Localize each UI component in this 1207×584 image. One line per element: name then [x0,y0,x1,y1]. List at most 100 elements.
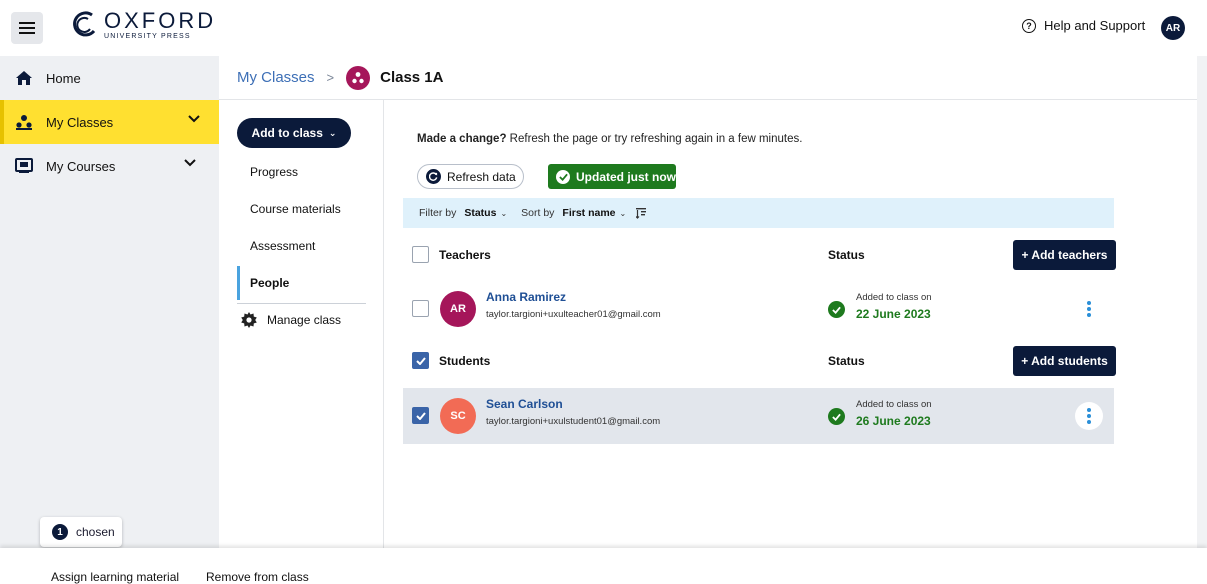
check-circle-icon [828,301,845,318]
select-all-teachers-checkbox[interactable] [412,246,429,263]
top-bar: OXFORD UNIVERSITY PRESS ? Help and Suppo… [0,0,1207,56]
manage-class-label: Manage class [267,313,342,327]
gear-icon [241,312,257,328]
person-email: taylor.targioni+uxulteacher01@gmail.com [486,309,661,320]
subnav-item-progress[interactable]: Progress [237,155,367,189]
selection-label: chosen [76,525,115,539]
help-and-support-link[interactable]: ? Help and Support [1022,18,1145,33]
help-label: Help and Support [1044,18,1146,33]
students-header: Students Status + Add students [403,346,1116,376]
sidebar-item-my-classes[interactable]: My Classes [0,100,219,144]
scrollbar[interactable] [1197,56,1207,548]
kebab-dot-icon [1087,301,1091,305]
sidebar-item-home[interactable]: Home [0,56,219,100]
more-options-button[interactable] [1075,295,1103,323]
breadcrumb-my-classes-link[interactable]: My Classes [237,69,315,86]
user-avatar[interactable]: AR [1161,16,1185,40]
sidebar: Home My Classes My Courses [0,56,219,548]
filter-sort-bar: Filter by Status ⌄ Sort by First name ⌄ [403,198,1114,228]
subnav-item-course-materials[interactable]: Course materials [237,192,367,226]
row-checkbox[interactable] [412,407,429,424]
teachers-status-heading: Status [828,248,865,262]
chevron-down-icon[interactable] [188,115,200,123]
add-teachers-button[interactable]: + Add teachers [1013,240,1116,270]
chevron-down-icon: ⌄ [500,208,508,218]
class-subnav: Add to class ⌄ Progress Course materials… [219,100,384,548]
notice-text: Refresh the page or try refreshing again… [509,133,803,145]
checkmark-icon [415,411,426,420]
kebab-dot-icon [1087,420,1091,424]
help-icon: ? [1022,18,1036,33]
refresh-data-button[interactable]: Refresh data [417,164,524,189]
breadcrumb: My Classes > Class 1A [219,56,1197,100]
person-email: taylor.targioni+uxulstudent01@gmail.com [486,416,661,427]
remove-from-class-button[interactable]: Remove from class [206,570,309,584]
sort-by-label: Sort by [521,207,555,219]
selection-count: 1 [52,524,68,540]
sidebar-item-label: My Classes [46,114,114,130]
row-checkbox[interactable] [412,300,429,317]
table-row: SC Sean Carlson taylor.targioni+uxulstud… [403,388,1114,444]
person-name[interactable]: Sean Carlson [486,397,563,411]
subnav-divider [237,303,366,304]
teachers-header: Teachers Status + Add teachers [403,240,1116,270]
filter-status-dropdown[interactable]: Status [464,207,496,219]
breadcrumb-separator: > [326,70,335,85]
kebab-dot-icon [1087,408,1091,412]
book-icon [14,158,34,174]
checkmark-icon [415,356,426,365]
add-to-class-button[interactable]: Add to class ⌄ [237,118,351,148]
kebab-dot-icon [1087,313,1091,317]
subnav-item-assessment[interactable]: Assessment [237,229,367,263]
home-icon [14,70,34,86]
students-status-heading: Status [828,354,865,368]
add-to-class-label: Add to class [251,126,323,140]
sort-direction-icon[interactable] [636,207,647,219]
sidebar-item-label: Home [46,70,81,86]
chevron-down-icon[interactable] [184,159,196,167]
check-circle-icon [828,408,845,425]
status-text: Added to class on [856,292,932,303]
class-icon [346,65,371,90]
logo-title: OXFORD [104,8,217,33]
students-heading: Students [439,354,491,368]
updated-label: Updated just now [576,169,676,184]
sidebar-item-my-courses[interactable]: My Courses [0,144,219,188]
filter-by-label: Filter by [419,207,457,219]
manage-class-link[interactable]: Manage class [241,312,341,328]
refresh-icon [426,169,441,184]
chevron-down-icon: ⌄ [328,127,337,138]
person-name[interactable]: Anna Ramirez [486,290,566,304]
oxford-emblem-icon [73,11,96,37]
bulk-action-bar: Assign learning material Remove from cla… [0,548,1207,584]
table-row: AR Anna Ramirez taylor.targioni+uxulteac… [403,281,1114,337]
logo-subtitle: UNIVERSITY PRESS [104,33,191,40]
menu-button[interactable] [11,12,43,44]
selection-count-chip: 1 chosen [40,517,122,547]
sidebar-item-label: My Courses [46,158,116,174]
kebab-dot-icon [1087,307,1091,311]
status-text: Added to class on [856,399,932,410]
status-date: 26 June 2023 [856,414,931,428]
updated-status-badge: Updated just now [548,164,676,189]
check-circle-icon [556,169,570,184]
avatar: SC [440,398,476,434]
teachers-heading: Teachers [439,248,491,262]
select-all-students-checkbox[interactable] [412,352,429,369]
more-options-button[interactable] [1075,402,1103,430]
kebab-dot-icon [1087,414,1091,418]
chevron-down-icon: ⌄ [619,208,627,218]
assign-learning-material-button[interactable]: Assign learning material [51,570,179,584]
avatar: AR [440,291,476,327]
status-date: 22 June 2023 [856,307,931,321]
subnav-item-people[interactable]: People [237,266,367,300]
classes-icon [14,114,34,130]
refresh-notice: Made a change? Refresh the page or try r… [417,133,802,145]
people-panel: Made a change? Refresh the page or try r… [385,100,1197,548]
hamburger-icon [19,22,35,34]
add-students-button[interactable]: + Add students [1013,346,1116,376]
page-title: Class 1A [380,69,444,86]
refresh-data-label: Refresh data [447,169,516,184]
oxford-logo[interactable]: OXFORD UNIVERSITY PRESS [72,10,216,40]
sort-first-name-dropdown[interactable]: First name [562,207,615,219]
